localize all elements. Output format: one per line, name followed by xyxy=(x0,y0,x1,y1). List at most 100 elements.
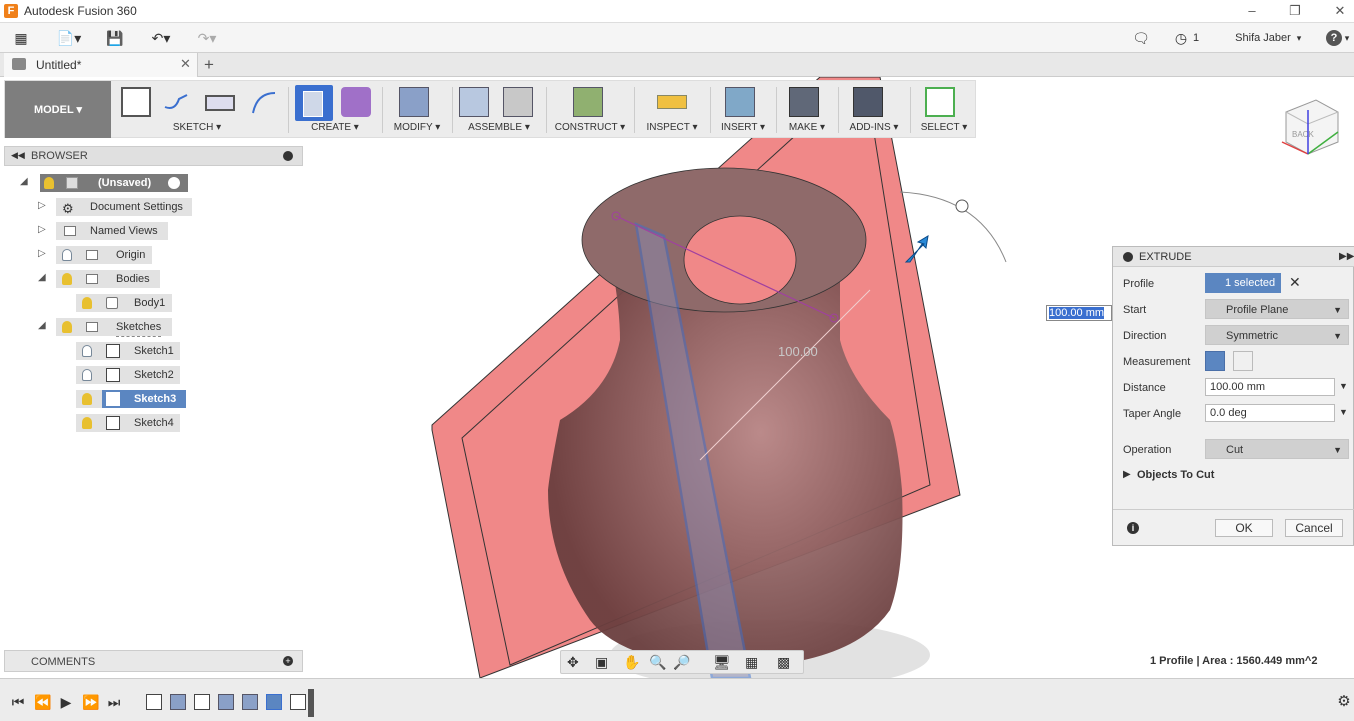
press-pull-icon[interactable] xyxy=(399,87,429,117)
tree-item-sketches[interactable]: Sketches xyxy=(56,318,172,337)
joint-icon[interactable] xyxy=(503,87,533,117)
collapse-bodies-icon[interactable]: ◢ xyxy=(38,272,50,284)
timeline-settings-gear-icon[interactable]: ⚙ xyxy=(1336,694,1352,710)
clear-selection-icon[interactable]: ✕ xyxy=(1289,274,1301,291)
new-component-icon[interactable] xyxy=(459,87,489,117)
look-at-icon[interactable]: ▣ xyxy=(595,654,608,671)
make-menu[interactable]: MAKE ▾ xyxy=(779,121,835,135)
collapse-sketches-icon[interactable]: ◢ xyxy=(38,320,50,332)
orbit-icon[interactable]: ✥ xyxy=(567,654,579,671)
timeline-sketch1-icon[interactable] xyxy=(146,694,162,710)
hidden-bulb-icon[interactable] xyxy=(82,345,92,357)
select-menu[interactable]: SELECT ▾ xyxy=(913,121,975,135)
expand-objects-icon[interactable]: ▶ xyxy=(1123,469,1131,480)
timeline-shell-icon[interactable] xyxy=(242,694,258,710)
go-to-start-icon[interactable]: ⏮ xyxy=(10,694,26,710)
hidden-bulb-icon[interactable] xyxy=(62,249,72,261)
ok-button[interactable]: OK xyxy=(1215,519,1273,537)
tree-item-sketch2[interactable]: Sketch2 xyxy=(76,366,180,384)
redo-icon[interactable]: ↷▾ xyxy=(190,28,224,48)
help-icon[interactable]: ? xyxy=(1326,30,1342,46)
select-icon[interactable] xyxy=(925,87,955,117)
pin-panel-icon[interactable] xyxy=(283,151,293,161)
comments-icon[interactable]: 🗨 xyxy=(1130,28,1152,48)
job-status-clock-icon[interactable]: ◷ xyxy=(1172,28,1190,48)
objects-to-cut-section[interactable]: Objects To Cut xyxy=(1137,469,1214,481)
timeline-sketch2-icon[interactable] xyxy=(194,694,210,710)
fit-icon[interactable]: 🔎 xyxy=(673,654,690,671)
collapse-panel-icon[interactable]: ◀◀ xyxy=(11,150,25,161)
tree-item-sketch4[interactable]: Sketch4 xyxy=(76,414,180,432)
tree-root[interactable]: (Unsaved) xyxy=(40,174,188,192)
measurement-symmetric-icon[interactable] xyxy=(1205,351,1225,371)
timeline-sketch3-icon[interactable] xyxy=(266,694,282,710)
insert-menu[interactable]: INSERT ▾ xyxy=(713,121,773,135)
visibility-bulb-icon[interactable] xyxy=(82,297,92,309)
visibility-bulb-icon[interactable] xyxy=(44,177,54,189)
zoom-icon[interactable]: 🔍 xyxy=(649,654,666,671)
timeline-marker[interactable] xyxy=(308,689,314,717)
file-menu-icon[interactable]: 📄▾ xyxy=(54,28,84,48)
timeline-extrude-icon[interactable] xyxy=(218,694,234,710)
extrude-dialog-header[interactable]: EXTRUDE ▶▶ xyxy=(1113,247,1354,267)
undo-icon[interactable]: ↶▾ xyxy=(144,28,178,48)
profile-selection-button[interactable]: 1 selected xyxy=(1205,273,1281,293)
user-menu[interactable]: Shifa Jaber xyxy=(1232,28,1294,48)
expand-document-settings-icon[interactable]: ▷ xyxy=(38,200,50,212)
offset-plane-icon[interactable] xyxy=(573,87,603,117)
inspect-menu[interactable]: INSPECT ▾ xyxy=(637,121,707,135)
activate-component-icon[interactable] xyxy=(168,177,180,189)
expand-root-icon[interactable]: ◢ xyxy=(20,176,32,188)
timeline-revolve-icon[interactable] xyxy=(170,694,186,710)
tree-item-sketch1[interactable]: Sketch1 xyxy=(76,342,180,360)
expand-origin-icon[interactable]: ▷ xyxy=(38,248,50,260)
visibility-bulb-icon[interactable] xyxy=(62,321,72,333)
info-icon[interactable]: i xyxy=(1127,522,1139,534)
line-icon[interactable] xyxy=(161,87,191,117)
new-tab-plus-icon[interactable]: + xyxy=(204,55,214,75)
create-sketch-icon[interactable] xyxy=(121,87,151,117)
tree-item-bodies[interactable]: Bodies xyxy=(56,270,160,288)
workspace-switcher[interactable]: MODEL ▾ xyxy=(5,81,111,138)
create-menu[interactable]: CREATE ▾ xyxy=(293,121,377,135)
tree-item-named-views[interactable]: Named Views xyxy=(56,222,168,240)
chevron-down-icon[interactable]: ▾ xyxy=(1294,28,1304,48)
distance-dimension-input[interactable]: 100.00 mm xyxy=(1046,305,1112,321)
tree-item-origin[interactable]: Origin xyxy=(56,246,152,264)
expand-named-views-icon[interactable]: ▷ xyxy=(38,224,50,236)
document-tab[interactable]: Untitled* ✕ xyxy=(4,53,198,77)
tree-item-document-settings[interactable]: ⚙ Document Settings xyxy=(56,198,192,216)
tree-item-body1[interactable]: Body1 xyxy=(76,294,172,312)
go-to-end-icon[interactable]: ⏭ xyxy=(106,694,122,710)
restore-icon[interactable]: ❐ xyxy=(1285,2,1305,20)
arc-icon[interactable] xyxy=(249,87,279,117)
timeline-sketch4-icon[interactable] xyxy=(290,694,306,710)
comments-panel-header[interactable]: COMMENTS + xyxy=(4,650,303,672)
display-settings-icon[interactable]: 🖥 xyxy=(713,654,731,671)
step-forward-icon[interactable]: ⏩ xyxy=(82,694,99,710)
view-cube[interactable]: BACK xyxy=(1276,92,1346,162)
save-icon[interactable]: 💾 xyxy=(104,28,126,48)
scripts-addins-icon[interactable] xyxy=(853,87,883,117)
operation-dropdown[interactable]: Cut ▼ xyxy=(1205,439,1349,459)
rectangle-icon[interactable] xyxy=(205,95,235,111)
3d-print-icon[interactable] xyxy=(789,87,819,117)
data-panel-grid-icon[interactable]: ▦ xyxy=(10,28,32,48)
visibility-bulb-icon[interactable] xyxy=(82,393,92,405)
help-chevron-icon[interactable]: ▾ xyxy=(1342,28,1352,48)
taper-chevron-icon[interactable]: ▼ xyxy=(1339,407,1348,417)
close-window-icon[interactable]: ✕ xyxy=(1330,2,1350,20)
modify-menu[interactable]: MODIFY ▾ xyxy=(385,121,449,135)
play-icon[interactable]: ▶ xyxy=(58,694,74,710)
assemble-menu[interactable]: ASSEMBLE ▾ xyxy=(455,121,543,135)
add-ins-menu[interactable]: ADD-INS ▾ xyxy=(841,121,907,135)
start-dropdown[interactable]: Profile Plane ▼ xyxy=(1205,299,1349,319)
visibility-bulb-icon[interactable] xyxy=(82,417,92,429)
visibility-bulb-icon[interactable] xyxy=(62,273,72,285)
taper-angle-input[interactable]: 0.0 deg xyxy=(1205,404,1335,422)
step-back-icon[interactable]: ⏪ xyxy=(34,694,51,710)
cancel-button[interactable]: Cancel xyxy=(1285,519,1343,537)
measurement-whole-length-icon[interactable] xyxy=(1233,351,1253,371)
add-comment-icon[interactable]: + xyxy=(283,656,293,666)
insert-image-icon[interactable] xyxy=(725,87,755,117)
